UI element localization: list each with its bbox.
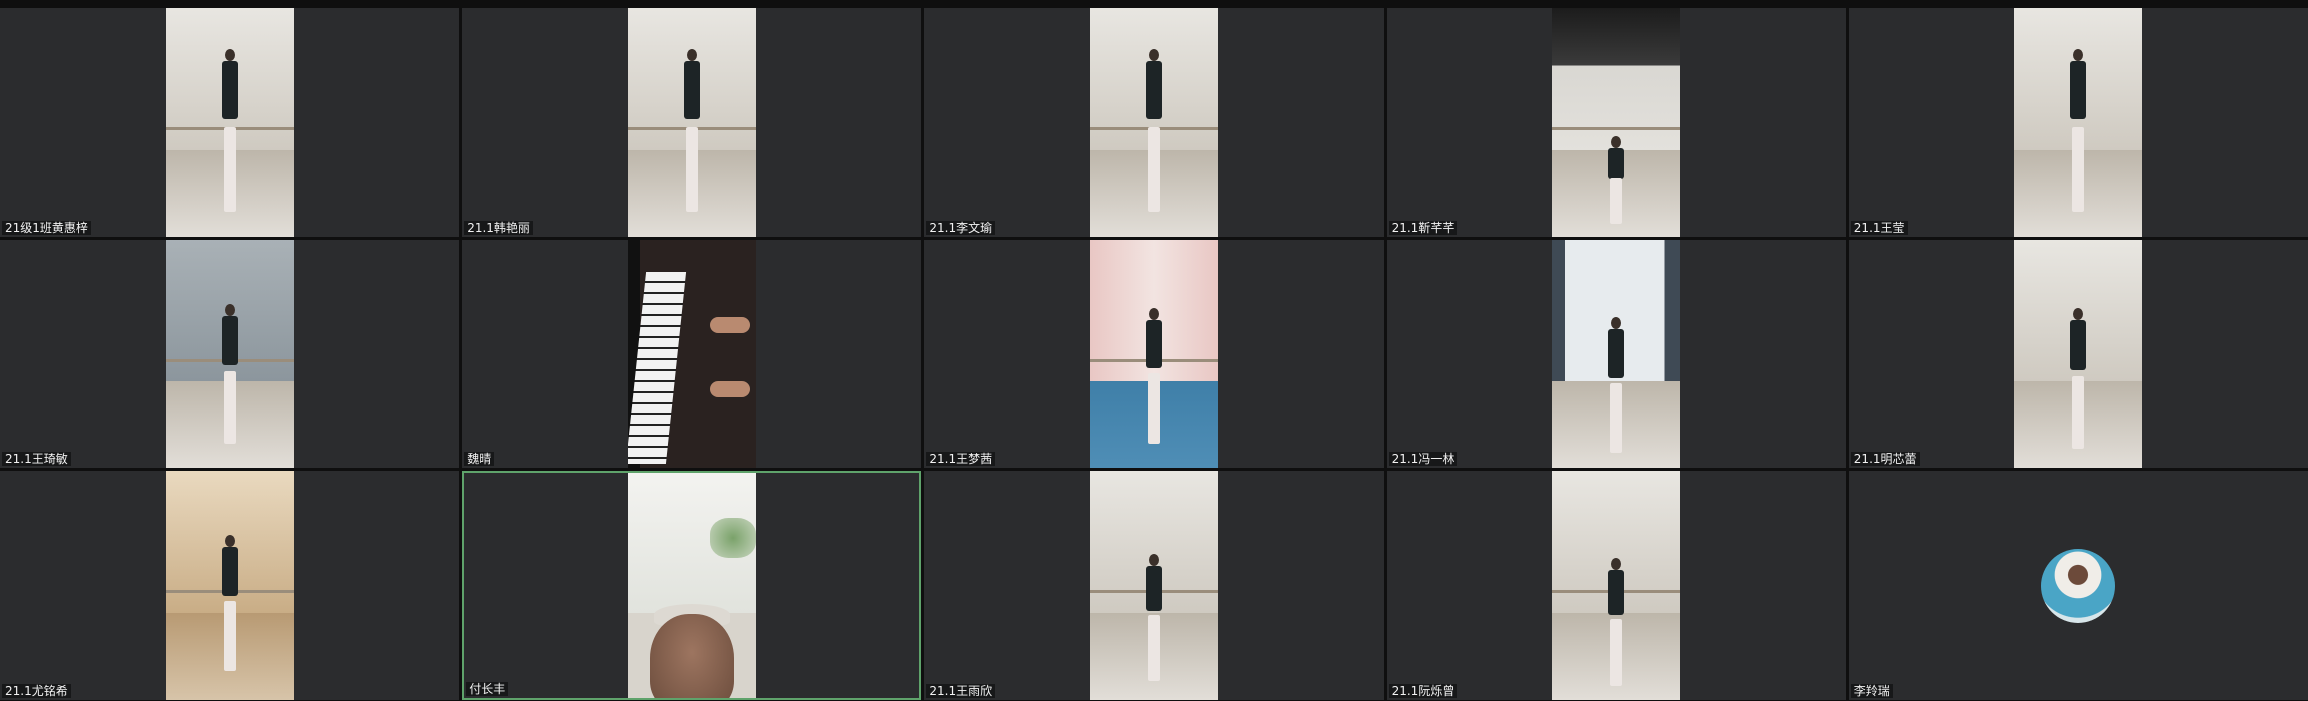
participant-video <box>1089 471 1218 700</box>
participant-name: 21.1王琦敏 <box>2 452 71 467</box>
participant-name: 21.1李文瑜 <box>926 220 996 235</box>
participant-video <box>1552 8 1681 237</box>
participant-video <box>2014 239 2143 469</box>
participant-tile[interactable]: 21.1王雨欣 <box>924 471 1384 700</box>
participant-name: 21.1王莹 <box>1850 220 1908 235</box>
participant-tile-active-speaker[interactable]: 付长丰 <box>462 471 922 700</box>
participant-tile[interactable]: 21级1班黄惠梓 <box>0 8 460 237</box>
participant-tile[interactable]: 21.1韩艳丽 <box>462 8 922 237</box>
participant-tile[interactable]: 李羚瑞 <box>1848 471 2308 700</box>
participant-name: 李羚瑞 <box>1850 684 1893 698</box>
video-gallery-grid: 21级1班黄惠梓 21.1韩艳丽 21.1李文瑜 21.1靳芊芊 21.1王莹 <box>0 8 2308 700</box>
participant-video <box>165 8 294 237</box>
participant-video <box>165 239 294 469</box>
participant-video <box>2014 8 2143 237</box>
participant-tile[interactable]: 21.1李文瑜 <box>924 8 1384 237</box>
participant-name: 魏晴 <box>464 452 495 467</box>
participant-video <box>1089 8 1218 237</box>
participant-name: 21.1明芯蕾 <box>1850 452 1920 467</box>
participant-video <box>627 473 756 698</box>
participant-tile[interactable]: 21.1王莹 <box>1848 8 2308 237</box>
participant-tile[interactable]: 21.1王琦敏 <box>0 239 460 469</box>
participant-name: 21.1王梦茜 <box>926 452 996 467</box>
participant-name: 21.1王雨欣 <box>926 684 996 698</box>
participant-tile[interactable]: 21.1尤铭希 <box>0 471 460 700</box>
participant-tile[interactable]: 21.1阮烁曾 <box>1386 471 1846 700</box>
participant-name: 21.1尤铭希 <box>2 684 71 698</box>
participant-name: 21.1靳芊芊 <box>1388 220 1458 235</box>
participant-tile[interactable]: 21.1靳芊芊 <box>1386 8 1846 237</box>
participant-tile[interactable]: 21.1王梦茜 <box>924 239 1384 469</box>
participant-tile[interactable]: 魏晴 <box>462 239 922 469</box>
participant-tile[interactable]: 21.1明芯蕾 <box>1848 239 2308 469</box>
participant-name: 21.1韩艳丽 <box>464 220 533 235</box>
profile-avatar <box>2041 548 2116 623</box>
participant-video <box>165 471 294 700</box>
participant-name: 21.1阮烁曾 <box>1388 684 1458 698</box>
participant-video <box>1552 239 1681 469</box>
participant-video <box>1089 239 1218 469</box>
participant-tile[interactable]: 21.1冯一林 <box>1386 239 1846 469</box>
participant-name: 21级1班黄惠梓 <box>2 220 91 235</box>
participant-name: 付长丰 <box>466 682 509 696</box>
participant-name: 21.1冯一林 <box>1388 452 1458 467</box>
participant-video <box>1552 471 1681 700</box>
participant-video <box>627 8 756 237</box>
piano-video <box>627 239 756 469</box>
